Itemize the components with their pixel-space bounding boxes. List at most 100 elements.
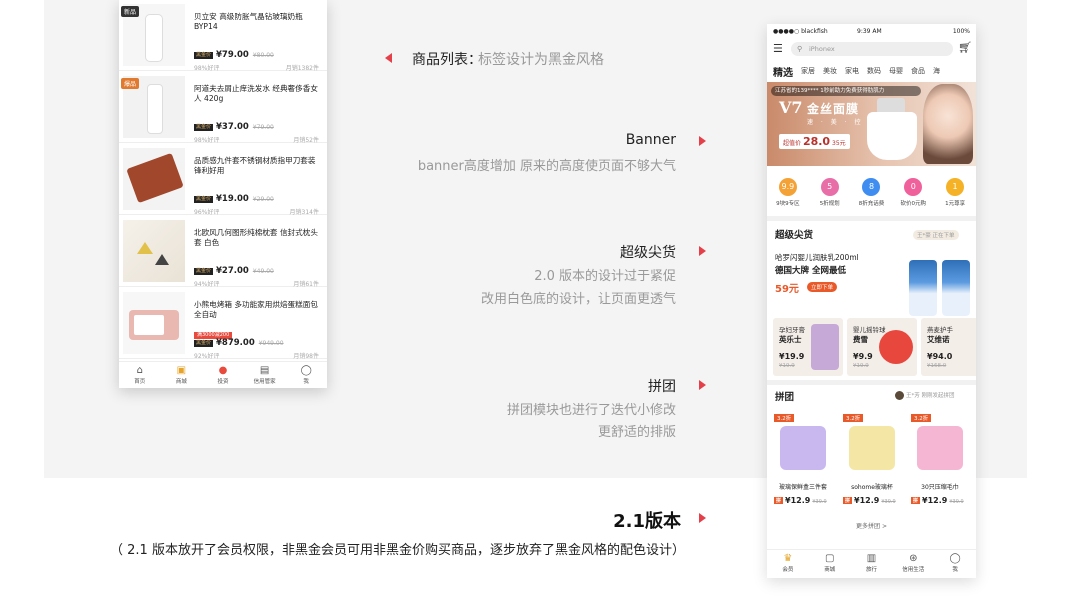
shortcut-bargain[interactable]: 0 砍价0元购 [892, 174, 934, 214]
tab-me[interactable]: ◯ 我 [285, 362, 327, 388]
mini-title: 婴儿摇铃球 [853, 326, 886, 334]
shortcut-label: 砍价0元购 [900, 201, 927, 207]
product-old-price: ¥29.00 [252, 195, 274, 203]
group-section-title: 拼团 [775, 392, 795, 403]
group-tag: 拼 [911, 497, 921, 504]
search-placeholder: iPhonex [809, 45, 835, 53]
tab-label: 我 [952, 567, 958, 573]
tab-beauty[interactable]: 美妆 [823, 66, 837, 76]
group-item[interactable]: 3.2折 30只压缩毛巾 拼 ¥12.9 ¥39.9 [907, 412, 973, 505]
deal-ticker: 王*豪 正在下单 [913, 230, 959, 240]
tab-credit[interactable]: ▤ 信用管家 [244, 362, 286, 388]
group-price: 拼 ¥12.9 ¥39.9 [911, 496, 964, 505]
tab-label: 首页 [134, 379, 146, 385]
promo-banner[interactable]: 江苏省的139**** 1秒前助力免费获得肋肌力 V7 金丝面膜 速 · 美 ·… [767, 82, 976, 166]
product-title: 阿道夫去屑止痒洗发水 经典奢侈香女人 420g [194, 84, 318, 103]
product-item[interactable]: 品质感九件套不锈钢材质指甲刀套装 锋利好用 黑金价 ¥19.00 ¥29.00 96… [119, 144, 327, 216]
discount-badge: 3.2折 [843, 414, 864, 422]
crown-icon: ♛ [783, 553, 793, 564]
shortcut-label: 8折充话费 [858, 201, 885, 207]
tab-digital[interactable]: 数码 [867, 66, 881, 76]
product-image [123, 220, 185, 282]
deal-section-title: 超级尖货 [775, 230, 814, 241]
tab-home-living[interactable]: 家居 [801, 66, 815, 76]
group-product-name: sohome玻璃杯 [851, 484, 893, 491]
life-icon: ⊛ [909, 553, 918, 564]
product-rating: 94%好评 [194, 281, 220, 288]
left-tab-bar: ⌂ 首页 ▣ 商城 ● 投资 ▤ 信用管家 ◯ 我 [119, 361, 327, 388]
group-product-name: 玻璃保鲜盒三件套 [778, 484, 827, 491]
product-item[interactable]: 新品 贝立安 高级防胀气晶钻玻璃奶瓶 BYP14 黑金价 ¥79.00 ¥80.00… [119, 0, 327, 72]
tab-mall[interactable]: ▢ 商城 [809, 550, 851, 578]
tab-me[interactable]: ◯ 我 [934, 550, 976, 578]
cart-icon[interactable]: 🛒︎ [958, 42, 972, 54]
left-phone-screen: 新品 贝立安 高级防胀气晶钻玻璃奶瓶 BYP14 黑金价 ¥79.00 ¥80.00… [119, 0, 327, 388]
group-item[interactable]: 3.2折 sohome玻璃杯 拼 ¥12.9 ¥39.9 [839, 412, 905, 505]
product-old-price: ¥949.00 [258, 339, 284, 347]
status-bar: ●●●●○ blackfish 9:39 AM 100% [767, 24, 976, 38]
mini-price: ¥9.9 [853, 352, 873, 361]
group-annotation-title: 拼团 [648, 379, 676, 395]
tab-home[interactable]: ⌂ 首页 [119, 362, 161, 388]
buy-now-button[interactable]: 立即下单 [807, 282, 838, 292]
avatar [895, 391, 904, 400]
product-title: 品质感九件套不锈钢材质指甲刀套装 锋利好用 [194, 156, 316, 175]
banner-notice: 江苏省的139**** 1秒前助力免费获得肋肌力 [771, 86, 921, 96]
tab-overseas[interactable]: 海 [933, 66, 940, 76]
product-sales: 月销1382件 [285, 65, 319, 72]
tab-appliance[interactable]: 家电 [845, 66, 859, 76]
mini-brand: 艾维诺 [927, 335, 950, 344]
bag-icon: ▣ [176, 365, 187, 376]
group-product-image [849, 426, 895, 470]
tab-label: 商城 [175, 379, 187, 385]
group-product-image [780, 426, 826, 470]
mini-price: ¥94.0 [927, 352, 953, 361]
tab-travel[interactable]: ▥ 旅行 [851, 550, 893, 578]
search-row: ☰ ⚲ iPhonex 🛒︎ [767, 38, 976, 60]
shortcut-99[interactable]: 9.9 9块9专区 [767, 174, 809, 214]
user-icon: ◯ [300, 365, 312, 376]
shortcut-recharge[interactable]: 8 8折充话费 [851, 174, 893, 214]
shortcut-label: 9块9专区 [776, 201, 800, 207]
home-icon: ⌂ [136, 365, 143, 376]
product-item[interactable]: 北欧风几何图形纯棉枕套 信封式枕头套 白色 黑金价 ¥27.00 ¥49.00 94… [119, 216, 327, 288]
mini-brand: 英乐士 [779, 335, 802, 344]
product-price: ¥37.00 [216, 122, 249, 132]
banner-headline: 金丝面膜 [807, 102, 860, 116]
tab-credit-life[interactable]: ⊛ 信用生活 [892, 550, 934, 578]
more-groups-link[interactable]: 更多拼团 > [767, 521, 976, 530]
tab-food[interactable]: 食品 [911, 66, 925, 76]
shortcut-label: 5折规划 [819, 201, 840, 207]
product-bottle [909, 260, 937, 316]
product-sales: 月销314件 [289, 209, 319, 216]
tab-featured[interactable]: 精选 [773, 64, 793, 79]
product-price: ¥79.00 [216, 50, 249, 60]
product-old-price: ¥49.00 [252, 267, 274, 275]
tab-mall[interactable]: ▣ 商城 [161, 362, 203, 388]
footnote: （ 2.1 版本放开了会员权限，非黑金会员可用非黑金价购买商品，逐步放弃了黑金风… [110, 543, 685, 558]
price-99-icon: 9.9 [778, 178, 797, 196]
shortcut-one-yuan[interactable]: 1 1元尊享 [934, 174, 976, 214]
tab-baby[interactable]: 母婴 [889, 66, 903, 76]
mini-deal-card[interactable]: 燕麦护手 艾维诺 ¥94.0 ¥168.0 [921, 318, 976, 376]
tab-invest[interactable]: ● 投资 [202, 362, 244, 388]
right-tab-bar: ♛ 会员 ▢ 商城 ▥ 旅行 ⊛ 信用生活 ◯ 我 [767, 549, 976, 578]
right-phone-screen: ●●●●○ blackfish 9:39 AM 100% ☰ ⚲ iPhonex … [767, 24, 976, 578]
mini-deal-card[interactable]: 孕妇牙膏 英乐士 ¥19.9 ¥19.9 [773, 318, 843, 376]
black-gold-badge: 黑金价 [194, 51, 214, 59]
group-price-value: 12.9 [927, 496, 948, 505]
tab-label: 信用生活 [902, 567, 925, 573]
product-item[interactable]: 满3000减200 小熊电烤箱 多功能家用烘焙蛋糕面包全自动 黑金价 ¥879.0… [119, 288, 327, 360]
product-item[interactable]: 爆品 阿道夫去屑止痒洗发水 经典奢侈香女人 420g 黑金价 ¥37.00 ¥79.… [119, 72, 327, 144]
mini-product-image [811, 324, 839, 370]
group-annotation-desc1: 拼团模块也进行了迭代小修改 [506, 403, 676, 418]
shortcut-half[interactable]: 5 5折规划 [809, 174, 851, 214]
search-input[interactable]: ⚲ iPhonex [791, 42, 953, 56]
group-item[interactable]: 3.2折 玻璃保鲜盒三件套 拼 ¥12.9 ¥39.9 [770, 412, 836, 505]
group-annotation-desc2: 更舒适的排版 [597, 425, 676, 440]
discount-badge: 3.2折 [774, 414, 795, 422]
product-title: 贝立安 高级防胀气晶钻玻璃奶瓶 BYP14 [194, 12, 303, 31]
mini-deal-card[interactable]: 婴儿摇铃球 费雪 ¥9.9 ¥19.9 [847, 318, 917, 376]
menu-icon[interactable]: ☰ [773, 43, 783, 55]
tab-member[interactable]: ♛ 会员 [767, 550, 809, 578]
